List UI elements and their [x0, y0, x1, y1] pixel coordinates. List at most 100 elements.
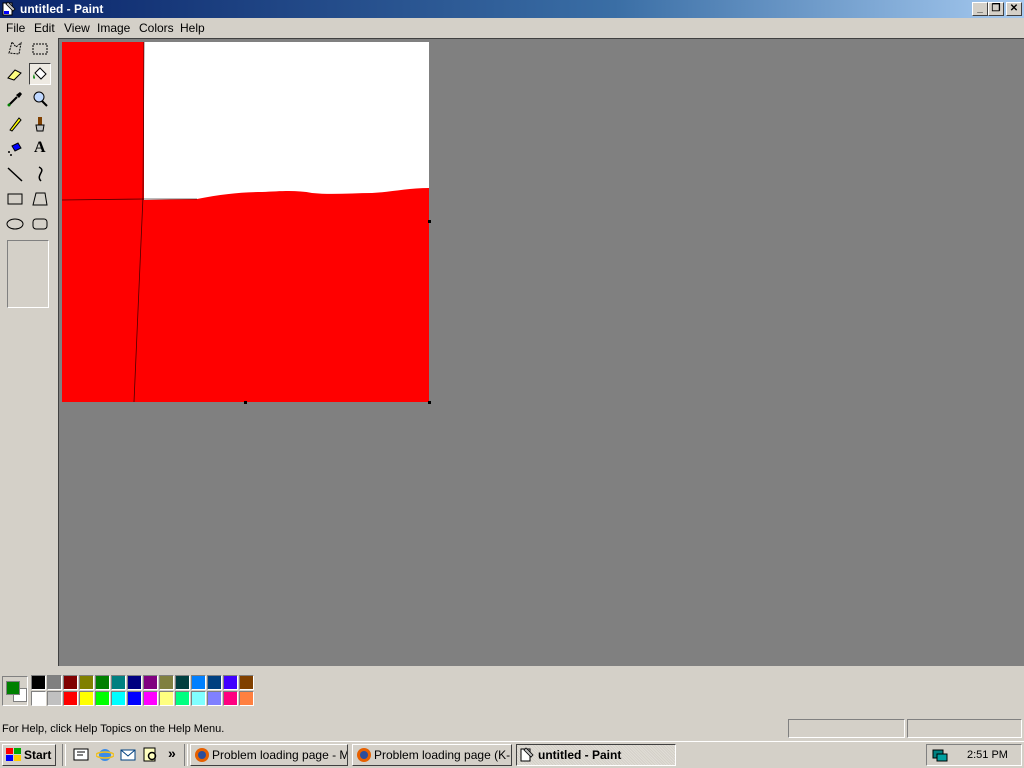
- status-cell-size: [907, 719, 1022, 738]
- eraser-icon: [7, 69, 22, 81]
- red-left-stripe: [62, 42, 144, 402]
- palette-swatch[interactable]: [31, 691, 46, 706]
- ellipse-tool[interactable]: [4, 213, 26, 235]
- select-tool[interactable]: [29, 38, 51, 60]
- curve-icon: [38, 166, 43, 182]
- minimize-button[interactable]: _: [972, 2, 988, 16]
- taskbar-button-firefox-1[interactable]: Problem loading page - M...: [190, 744, 348, 766]
- tool-options-box[interactable]: [7, 240, 49, 308]
- line-tool[interactable]: [4, 163, 26, 185]
- clock[interactable]: 2:51 PM: [967, 749, 1008, 761]
- pick-color-tool[interactable]: [4, 88, 26, 110]
- free-form-select-tool[interactable]: [4, 38, 26, 60]
- internet-explorer-icon[interactable]: [96, 746, 114, 764]
- magnifier-icon: [33, 91, 48, 107]
- palette-swatch[interactable]: [47, 675, 62, 690]
- pencil-icon: [9, 117, 22, 132]
- polygon-tool[interactable]: [29, 188, 51, 210]
- palette-swatch[interactable]: [111, 675, 126, 690]
- menu-edit[interactable]: Edit: [34, 21, 55, 35]
- current-colors[interactable]: [2, 676, 28, 706]
- palette-swatch[interactable]: [111, 691, 126, 706]
- palette-swatch[interactable]: [159, 675, 174, 690]
- palette-swatch[interactable]: [63, 691, 78, 706]
- palette-swatch[interactable]: [95, 691, 110, 706]
- rounded-rectangle-icon: [32, 218, 48, 230]
- paint-app-icon: [2, 1, 16, 16]
- palette-swatch[interactable]: [175, 691, 190, 706]
- task-label: untitled - Paint: [538, 748, 622, 762]
- palette-swatch[interactable]: [191, 691, 206, 706]
- drawing-canvas[interactable]: [62, 42, 429, 402]
- free-form-select-icon: [8, 40, 22, 55]
- airbrush-tool[interactable]: [4, 138, 26, 160]
- palette-swatch[interactable]: [79, 675, 94, 690]
- palette-swatch[interactable]: [79, 691, 94, 706]
- palette-swatch[interactable]: [143, 675, 158, 690]
- title-bar[interactable]: [0, 0, 1024, 18]
- network-icon[interactable]: [931, 747, 949, 763]
- curve-tool[interactable]: [29, 163, 51, 185]
- line-icon: [7, 167, 23, 182]
- resize-handle-bottom[interactable]: [244, 401, 247, 404]
- brush-icon: [35, 117, 45, 132]
- palette-swatch[interactable]: [159, 691, 174, 706]
- palette-swatch[interactable]: [175, 675, 190, 690]
- palette-swatch[interactable]: [239, 691, 254, 706]
- select-icon: [32, 43, 48, 55]
- rounded-rectangle-tool[interactable]: [29, 213, 51, 235]
- menu-view[interactable]: View: [64, 21, 90, 35]
- quick-launch-more-chevron[interactable]: »: [168, 745, 176, 761]
- resize-handle-corner[interactable]: [428, 401, 431, 404]
- menu-file[interactable]: File: [6, 21, 25, 35]
- menu-image[interactable]: Image: [97, 21, 130, 35]
- menu-bar: File Edit View Image Colors Help: [0, 18, 1024, 38]
- paint-icon: [520, 747, 534, 762]
- close-button[interactable]: ✕: [1006, 2, 1022, 16]
- palette-swatch[interactable]: [95, 675, 110, 690]
- windows-logo-icon: [6, 748, 21, 761]
- taskbar-button-firefox-2[interactable]: Problem loading page (K-...: [352, 744, 512, 766]
- start-button[interactable]: Start: [2, 744, 56, 766]
- search-icon[interactable]: [142, 746, 160, 764]
- palette-swatch[interactable]: [63, 675, 78, 690]
- palette-swatch[interactable]: [143, 691, 158, 706]
- brush-tool[interactable]: [29, 113, 51, 135]
- foreground-color-swatch: [6, 681, 20, 695]
- status-help-text: For Help, click Help Topics on the Help …: [2, 723, 225, 735]
- palette-swatch[interactable]: [223, 675, 238, 690]
- status-cell-coords: [788, 719, 905, 738]
- task-label: Problem loading page - M...: [212, 748, 348, 762]
- menu-help[interactable]: Help: [180, 21, 205, 35]
- firefox-icon: [195, 748, 209, 762]
- eraser-tool[interactable]: [4, 63, 26, 85]
- palette-swatch[interactable]: [127, 691, 142, 706]
- palette-swatch[interactable]: [127, 675, 142, 690]
- palette-swatch[interactable]: [223, 691, 238, 706]
- ellipse-icon: [6, 218, 24, 230]
- taskbar-separator: [184, 744, 188, 766]
- palette-swatch[interactable]: [191, 675, 206, 690]
- palette-swatch[interactable]: [207, 675, 222, 690]
- restore-button[interactable]: ❐: [988, 2, 1004, 16]
- menu-colors[interactable]: Colors: [139, 21, 174, 35]
- rectangle-tool[interactable]: [4, 188, 26, 210]
- outlook-icon[interactable]: [119, 746, 137, 764]
- fill-with-color-tool[interactable]: [29, 63, 51, 85]
- red-bottom-region: [144, 188, 429, 402]
- palette-swatch[interactable]: [239, 675, 254, 690]
- palette-swatch[interactable]: [47, 691, 62, 706]
- resize-handle-right[interactable]: [428, 220, 431, 223]
- window-title: untitled - Paint: [20, 2, 104, 16]
- palette-swatch[interactable]: [207, 691, 222, 706]
- palette-swatch[interactable]: [31, 675, 46, 690]
- task-label: Problem loading page (K-...: [374, 748, 512, 762]
- text-icon: A: [34, 139, 46, 156]
- taskbar-button-paint[interactable]: untitled - Paint: [516, 744, 676, 766]
- firefox-icon: [357, 748, 371, 762]
- text-tool[interactable]: A: [29, 138, 51, 160]
- show-desktop-icon[interactable]: [72, 746, 90, 764]
- magnifier-tool[interactable]: [29, 88, 51, 110]
- pencil-tool[interactable]: [4, 113, 26, 135]
- system-tray: 2:51 PM: [926, 744, 1022, 766]
